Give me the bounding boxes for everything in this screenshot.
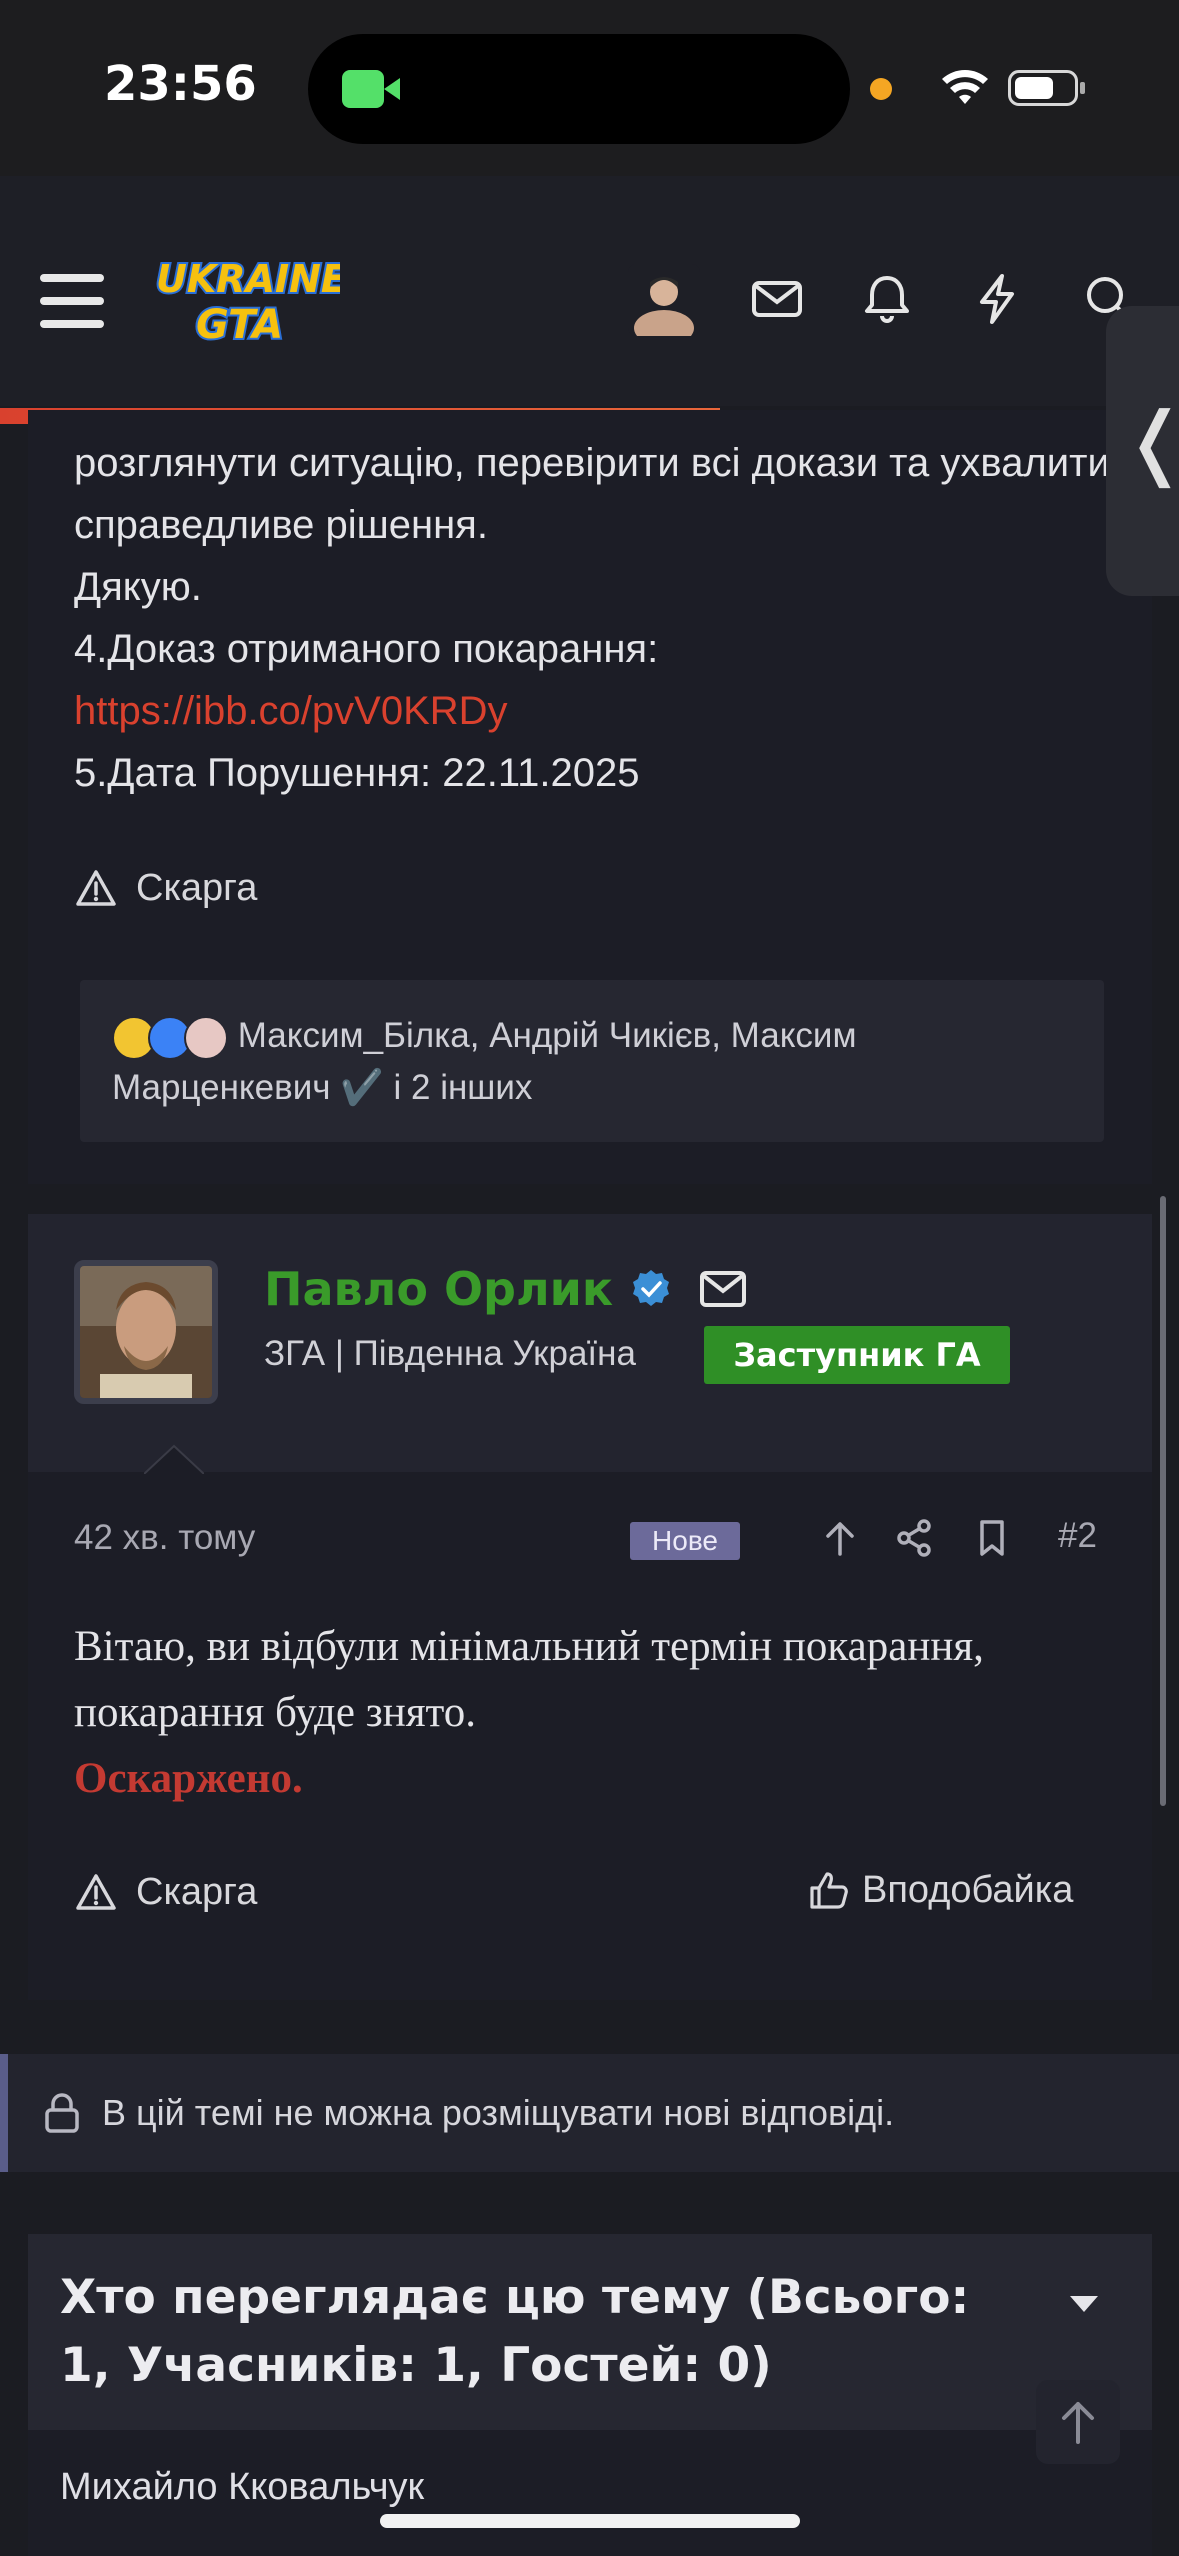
thumbs-up-icon [810,1872,848,1909]
menu-icon[interactable] [40,274,104,328]
closed-notice-text: В цій темі не можна розміщувати нові від… [102,2092,895,2133]
viewers-header[interactable]: Хто переглядає цю тему (Всього: 1, Учасн… [28,2234,1152,2430]
post-2: Павло Орлик ЗГА | Південна Україна Засту… [28,1214,1152,2000]
bell-icon[interactable] [856,268,918,330]
arrow-up-icon[interactable] [816,1514,864,1562]
scrollbar[interactable] [1160,1196,1166,1806]
post-time[interactable]: 42 хв. тому [74,1518,255,1558]
mic-indicator-icon [870,78,892,100]
warning-icon [76,870,116,906]
status-highlight: Оскаржено. [74,1755,303,1802]
site-header: UKRAINE GTA [0,176,1179,424]
header-caret [144,1444,204,1474]
author-subtitle: ЗГА | Південна Україна [264,1334,636,1373]
post-number[interactable]: #2 [1058,1516,1097,1556]
post-2-text: Вітаю, ви відбули мінімальний термін пок… [74,1623,984,1736]
report-button[interactable]: Скарга [74,866,257,910]
svg-text:UKRAINE: UKRAINE [156,257,340,301]
scroll-to-top-button[interactable] [1036,2380,1120,2464]
post-1-line: 5.Дата Порушення: 22.11.2025 [74,751,640,795]
bookmark-icon[interactable] [968,1514,1016,1562]
status-time: 23:56 [104,56,257,112]
post-1-body: розглянути ситуацію, перевірити всі дока… [74,432,1134,804]
like-button[interactable]: Вподобайка [806,1868,1073,1912]
mail-icon[interactable] [699,1269,747,1309]
thread-closed-notice: В цій темі не можна розміщувати нові від… [0,2054,1179,2172]
wifi-icon [942,70,988,104]
status-bar: 23:56 [0,0,1179,176]
post-1: розглянути ситуацію, перевірити всі дока… [28,410,1152,1184]
post-1-line: 4.Доказ отриманого покарання: [74,627,659,671]
side-drawer-handle[interactable]: ❬ [1106,306,1179,596]
evidence-link[interactable]: https://ibb.co/pvV0KRDy [74,689,508,733]
home-indicator[interactable] [380,2514,800,2528]
site-logo[interactable]: UKRAINE GTA [150,246,340,356]
lock-icon [45,2093,79,2133]
viewer-name[interactable]: Михайло Кковальчук [60,2466,424,2509]
author-name[interactable]: Павло Орлик [264,1262,747,1316]
reaction-icons [112,1015,228,1060]
report-label: Скарга [136,866,258,909]
battery-icon [1008,70,1078,106]
share-icon[interactable] [890,1514,938,1562]
new-badge: Нове [630,1522,740,1560]
anime-reaction-icon [184,1015,228,1060]
dynamic-island [308,34,850,144]
post-1-line: розглянути ситуацію, перевірити всі дока… [74,441,1110,547]
like-label: Вподобайка [862,1868,1074,1911]
user-avatar[interactable] [628,264,700,336]
svg-text:GTA: GTA [196,302,283,348]
mail-icon[interactable] [746,268,808,330]
post-1-line: Дякую. [74,565,202,609]
arrow-up-icon [1062,2402,1094,2444]
post-2-header: Павло Орлик ЗГА | Південна Україна Засту… [28,1214,1152,1472]
report-label: Скарга [136,1870,258,1913]
facetime-icon [342,70,400,108]
reactions-bar[interactable]: Максим_Білка, Андрій Чикієв, Максим Марц… [80,980,1104,1142]
verified-icon [633,1270,670,1306]
viewers-block: Хто переглядає цю тему (Всього: 1, Учасн… [28,2234,1152,2556]
report-button[interactable]: Скарга [74,1870,257,1914]
viewers-title: Хто переглядає цю тему (Всього: 1, Учасн… [60,2270,970,2393]
bolt-icon[interactable] [966,268,1028,330]
warning-icon [76,1874,116,1910]
post-2-body: Вітаю, ви відбули мінімальний термін пок… [74,1614,1114,1812]
role-badge: Заступник ГА [704,1326,1010,1384]
chevron-left-icon: ❬ [1122,402,1179,482]
author-avatar[interactable] [74,1260,218,1404]
caret-down-icon[interactable] [1066,2286,1102,2322]
